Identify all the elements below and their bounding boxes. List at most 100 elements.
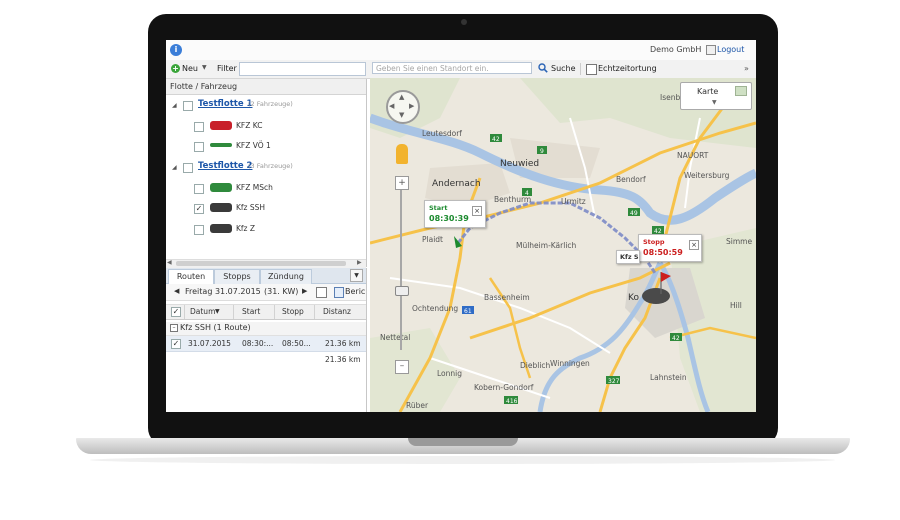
group-name[interactable]: Testflotte 1 xyxy=(198,99,252,109)
vehicle-name[interactable]: Kfz Z xyxy=(236,224,255,233)
row-checkbox[interactable]: ✓ xyxy=(171,339,181,349)
column-distance[interactable]: Distanz xyxy=(323,307,351,316)
scrollbar-thumb[interactable] xyxy=(176,261,346,266)
car-icon xyxy=(210,183,232,192)
vehicle-row[interactable]: ✓ Kfz SSH xyxy=(166,199,366,217)
date-label[interactable]: Freitag 31.07.2015 xyxy=(185,287,261,296)
collapse-group-icon[interactable]: – xyxy=(170,324,178,332)
location-search-input[interactable]: Geben Sie einen Standort ein. xyxy=(372,62,532,74)
report-icon[interactable] xyxy=(334,287,344,298)
tree-group-row[interactable]: ◢ Testflotte 2 (3 Fahrzeuge) xyxy=(166,158,366,176)
map-label: Leutesdorf xyxy=(422,129,462,138)
info-icon[interactable]: i xyxy=(170,44,182,56)
column-stop[interactable]: Stopp xyxy=(282,307,304,316)
vehicle-marker-icon[interactable] xyxy=(642,288,670,304)
vehicle-row[interactable]: KFZ VÖ 1 xyxy=(166,137,366,155)
vehicle-name[interactable]: KFZ KC xyxy=(236,121,263,130)
total-distance: 21.36 km xyxy=(325,355,361,364)
group-checkbox[interactable] xyxy=(183,101,193,111)
vehicle-row[interactable]: KFZ KC xyxy=(166,117,366,135)
zoom-in-button[interactable]: + xyxy=(395,176,409,190)
tab-stops[interactable]: Stopps xyxy=(214,269,260,284)
select-all-checkbox[interactable]: ✓ xyxy=(171,307,181,317)
filter-label: Filter xyxy=(217,64,237,73)
zoom-slider-track[interactable] xyxy=(400,190,402,350)
expand-triangle-icon[interactable]: ◢ xyxy=(172,102,177,109)
group-name[interactable]: Testflotte 2 xyxy=(198,161,252,171)
realtime-button[interactable]: Echtzeitortung xyxy=(598,64,657,73)
vehicle-row[interactable]: KFZ MSch xyxy=(166,179,366,197)
expand-triangle-icon[interactable]: ◢ xyxy=(172,164,177,171)
zoom-slider-handle[interactable] xyxy=(395,286,409,296)
pan-control[interactable]: ▲ ▼ ◀ ▶ xyxy=(386,90,420,124)
map-view[interactable]: 9 61 42 42 327 416 49 4 42 Leutesdorf Ne… xyxy=(370,78,756,412)
map-label: Ochtendung xyxy=(412,304,458,313)
logout-icon[interactable] xyxy=(706,45,716,55)
chevron-down-icon[interactable]: ▼ xyxy=(202,64,207,71)
map-type-control[interactable]: Karte ▼ xyxy=(680,82,752,110)
vehicle-checkbox[interactable]: ✓ xyxy=(194,204,204,214)
sort-desc-icon[interactable]: ▼ xyxy=(215,308,220,315)
map-type-label[interactable]: Karte xyxy=(697,87,718,96)
svg-text:9: 9 xyxy=(540,148,544,155)
search-button[interactable]: Suche xyxy=(551,64,576,73)
tree-horizontal-scrollbar[interactable]: ◀ ▶ xyxy=(166,259,366,268)
pan-down-icon[interactable]: ▼ xyxy=(399,111,404,119)
map-label: Nettetal xyxy=(380,333,410,342)
map-label: Mülheim-Kärlich xyxy=(516,241,577,250)
vehicle-label-popup[interactable]: Kfz S xyxy=(616,250,640,264)
logout-link[interactable]: Logout xyxy=(717,45,744,54)
report-button[interactable]: Beric xyxy=(345,287,365,296)
scroll-right-icon[interactable]: ▶ xyxy=(357,259,362,266)
column-divider xyxy=(314,305,315,319)
vehicle-row[interactable]: Kfz Z xyxy=(166,220,366,238)
zoom-out-button[interactable]: – xyxy=(395,360,409,374)
close-icon[interactable]: × xyxy=(472,206,482,216)
start-popup[interactable]: Start 08:30:39 × xyxy=(424,200,486,228)
vehicle-checkbox[interactable] xyxy=(194,184,204,194)
add-icon[interactable]: + xyxy=(171,64,180,73)
tab-routes[interactable]: Routen xyxy=(168,269,214,285)
week-label: (31. KW) xyxy=(264,287,299,296)
vehicle-name[interactable]: KFZ MSch xyxy=(236,183,273,192)
chevron-down-icon[interactable]: ▼ xyxy=(712,99,717,106)
route-group-header[interactable]: – Kfz SSH (1 Route) xyxy=(166,322,366,336)
new-button[interactable]: Neu xyxy=(182,64,198,73)
laptop-notch xyxy=(408,438,518,446)
search-icon[interactable] xyxy=(538,63,548,73)
vehicle-checkbox[interactable] xyxy=(194,225,204,235)
pan-left-icon[interactable]: ◀ xyxy=(389,102,394,110)
collapse-right-icon[interactable]: » xyxy=(744,64,749,73)
tab-ignition[interactable]: Zündung xyxy=(260,269,312,284)
column-date[interactable]: Datum xyxy=(190,307,215,316)
scroll-left-icon[interactable]: ◀ xyxy=(167,259,172,266)
routes-panel: Routen Stopps Zündung ▼ ◀ Freitag 31.07.… xyxy=(166,268,367,412)
vehicle-checkbox[interactable] xyxy=(194,122,204,132)
realtime-icon[interactable] xyxy=(586,64,597,75)
map-label: Lahnstein xyxy=(650,373,687,382)
collapse-panel-icon[interactable]: ▼ xyxy=(350,269,363,282)
map-label: Hill xyxy=(730,301,742,310)
next-day-icon[interactable]: ▶ xyxy=(302,287,307,295)
map-label: Winningen xyxy=(550,359,590,368)
group-checkbox[interactable] xyxy=(183,163,193,173)
filter-input[interactable] xyxy=(239,62,366,76)
cell-distance: 21.36 km xyxy=(325,339,361,348)
close-icon[interactable]: × xyxy=(689,240,699,250)
map-label: Simme xyxy=(726,237,752,246)
vehicle-name[interactable]: Kfz SSH xyxy=(236,203,265,212)
previous-day-icon[interactable]: ◀ xyxy=(174,287,179,295)
column-start[interactable]: Start xyxy=(242,307,260,316)
vehicle-name[interactable]: KFZ VÖ 1 xyxy=(236,141,271,150)
popup-time: 08:30:39 xyxy=(429,214,469,223)
export-icon[interactable] xyxy=(316,287,327,298)
tree-group-row[interactable]: ◢ Testflotte 1 (2 Fahrzeuge) xyxy=(166,96,366,114)
stop-popup[interactable]: Stopp 08:50:59 × xyxy=(638,234,702,262)
vehicle-checkbox[interactable] xyxy=(194,142,204,152)
pan-up-icon[interactable]: ▲ xyxy=(399,93,404,101)
group-count: (2 Fahrzeuge) xyxy=(248,100,293,108)
table-row[interactable]: ✓ 31.07.2015 08:30:... 08:50... 21.36 km xyxy=(166,336,366,352)
street-view-pegman-icon[interactable] xyxy=(396,144,408,164)
pan-right-icon[interactable]: ▶ xyxy=(409,102,414,110)
laptop-shadow xyxy=(90,456,835,464)
